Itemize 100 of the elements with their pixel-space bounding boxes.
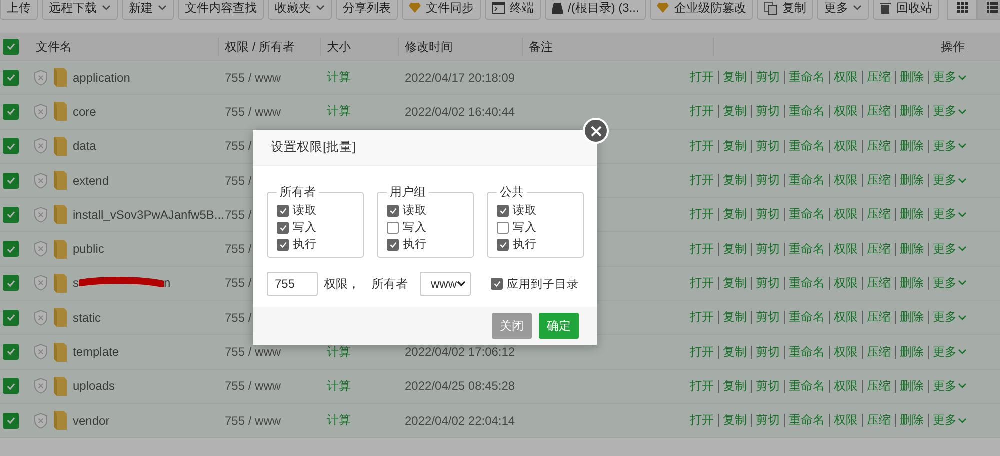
action-link[interactable]: 复制 bbox=[723, 172, 747, 190]
action-link[interactable]: 删除 bbox=[900, 172, 924, 190]
action-link[interactable]: 剪切 bbox=[756, 69, 780, 86]
action-link[interactable]: 删除 bbox=[900, 240, 924, 258]
action-link[interactable]: 重命名 bbox=[789, 274, 825, 292]
toolbar-button[interactable]: 企业级防篡改 bbox=[650, 0, 754, 20]
action-link[interactable]: 重命名 bbox=[789, 103, 825, 120]
toolbar-button[interactable]: 文件同步 bbox=[402, 0, 481, 20]
permission-checkbox[interactable]: 写入 bbox=[387, 220, 473, 235]
action-link[interactable]: 更多 bbox=[933, 138, 967, 155]
action-link[interactable]: 压缩 bbox=[867, 378, 891, 395]
action-link[interactable]: 复制 bbox=[723, 206, 747, 224]
action-link[interactable]: 权限 bbox=[834, 309, 858, 326]
size-link[interactable]: 计算 bbox=[327, 103, 351, 120]
action-link[interactable]: 复制 bbox=[723, 138, 747, 155]
toolbar-button[interactable]: 更多 bbox=[817, 0, 870, 20]
permission-checkbox[interactable]: 写入 bbox=[277, 220, 363, 235]
action-link[interactable]: 压缩 bbox=[867, 103, 891, 120]
file-name[interactable]: n bbox=[164, 276, 171, 290]
action-link[interactable]: 更多 bbox=[933, 172, 967, 190]
action-link[interactable]: 复制 bbox=[723, 378, 747, 395]
action-link[interactable]: 打开 bbox=[690, 103, 714, 120]
toolbar-button[interactable]: 终端 bbox=[485, 0, 541, 20]
action-link[interactable]: 压缩 bbox=[867, 138, 891, 155]
action-link[interactable]: 权限 bbox=[834, 206, 858, 224]
action-link[interactable]: 删除 bbox=[900, 69, 924, 86]
toolbar-button[interactable]: 回收站 bbox=[873, 0, 940, 20]
toolbar-button[interactable]: 分享列表 bbox=[336, 0, 398, 20]
permission-checkbox[interactable]: 写入 bbox=[497, 220, 583, 235]
file-name[interactable]: vendor bbox=[73, 414, 110, 428]
mode-input[interactable]: 755 bbox=[267, 272, 318, 296]
action-link[interactable]: 重命名 bbox=[789, 309, 825, 326]
action-link[interactable]: 压缩 bbox=[867, 172, 891, 190]
action-link[interactable]: 权限 bbox=[834, 274, 858, 292]
action-link[interactable]: 权限 bbox=[834, 103, 858, 120]
action-link[interactable]: 剪切 bbox=[756, 206, 780, 224]
toolbar-button[interactable]: 远程下载 bbox=[42, 0, 118, 20]
action-link[interactable]: 复制 bbox=[723, 69, 747, 86]
toolbar-button[interactable]: 复制 bbox=[757, 0, 814, 20]
action-link[interactable]: 剪切 bbox=[756, 240, 780, 258]
action-link[interactable]: 复制 bbox=[723, 344, 747, 361]
action-link[interactable]: 权限 bbox=[834, 138, 858, 155]
file-name[interactable]: install_vSov3PwAJanfw5B... bbox=[73, 208, 224, 222]
cancel-button[interactable]: 关闭 bbox=[492, 313, 532, 339]
action-link[interactable]: 剪切 bbox=[756, 378, 780, 395]
file-name[interactable]: s bbox=[73, 276, 79, 290]
action-link[interactable]: 重命名 bbox=[789, 344, 825, 361]
action-link[interactable]: 复制 bbox=[723, 309, 747, 326]
action-link[interactable]: 打开 bbox=[690, 344, 714, 361]
toolbar-button[interactable]: 上传 bbox=[0, 0, 38, 20]
action-link[interactable]: 压缩 bbox=[867, 309, 891, 326]
action-link[interactable]: 权限 bbox=[834, 240, 858, 258]
file-name[interactable]: application bbox=[73, 70, 130, 85]
action-link[interactable]: 重命名 bbox=[789, 206, 825, 224]
action-link[interactable]: 重命名 bbox=[789, 172, 825, 190]
action-link[interactable]: 权限 bbox=[834, 412, 858, 430]
file-name[interactable]: data bbox=[73, 139, 96, 154]
permission-checkbox[interactable]: 执行 bbox=[497, 237, 583, 252]
action-link[interactable]: 更多 bbox=[933, 69, 967, 86]
action-link[interactable]: 压缩 bbox=[867, 412, 891, 430]
action-link[interactable]: 删除 bbox=[900, 138, 924, 155]
action-link[interactable]: 剪切 bbox=[756, 344, 780, 361]
file-name[interactable]: extend bbox=[73, 174, 110, 188]
action-link[interactable]: 权限 bbox=[834, 172, 858, 190]
file-name[interactable]: core bbox=[73, 104, 96, 119]
file-name[interactable]: uploads bbox=[73, 379, 116, 394]
action-link[interactable]: 打开 bbox=[690, 240, 714, 258]
toolbar-button[interactable]: 文件内容查找 bbox=[178, 0, 264, 20]
action-link[interactable]: 压缩 bbox=[867, 344, 891, 361]
action-link[interactable]: 删除 bbox=[900, 206, 924, 224]
action-link[interactable]: 打开 bbox=[690, 274, 714, 292]
toolbar-button[interactable]: 收藏夹 bbox=[268, 0, 332, 20]
size-link[interactable]: 计算 bbox=[327, 412, 351, 430]
action-link[interactable]: 删除 bbox=[900, 344, 924, 361]
action-link[interactable]: 复制 bbox=[723, 103, 747, 120]
action-link[interactable]: 删除 bbox=[900, 274, 924, 292]
action-link[interactable]: 压缩 bbox=[867, 274, 891, 292]
action-link[interactable]: 打开 bbox=[690, 69, 714, 86]
action-link[interactable]: 更多 bbox=[933, 412, 967, 430]
action-link[interactable]: 更多 bbox=[933, 344, 967, 361]
action-link[interactable]: 复制 bbox=[723, 240, 747, 258]
size-link[interactable]: 计算 bbox=[327, 69, 351, 86]
confirm-button[interactable]: 确定 bbox=[539, 313, 579, 339]
action-link[interactable]: 剪切 bbox=[756, 172, 780, 190]
action-link[interactable]: 删除 bbox=[900, 412, 924, 430]
owner-select[interactable]: www bbox=[420, 272, 471, 296]
action-link[interactable]: 重命名 bbox=[789, 138, 825, 155]
action-link[interactable]: 打开 bbox=[690, 412, 714, 430]
action-link[interactable]: 权限 bbox=[834, 69, 858, 86]
action-link[interactable]: 压缩 bbox=[867, 206, 891, 224]
toolbar-button[interactable]: /(根目录) (3... bbox=[545, 0, 646, 20]
action-link[interactable]: 更多 bbox=[933, 206, 967, 224]
permission-checkbox[interactable]: 读取 bbox=[497, 203, 583, 218]
action-link[interactable]: 更多 bbox=[933, 309, 967, 326]
action-link[interactable]: 剪切 bbox=[756, 274, 780, 292]
permission-checkbox[interactable]: 读取 bbox=[387, 203, 473, 218]
action-link[interactable]: 打开 bbox=[690, 378, 714, 395]
action-link[interactable]: 打开 bbox=[690, 138, 714, 155]
action-link[interactable]: 剪切 bbox=[756, 412, 780, 430]
action-link[interactable]: 剪切 bbox=[756, 138, 780, 155]
